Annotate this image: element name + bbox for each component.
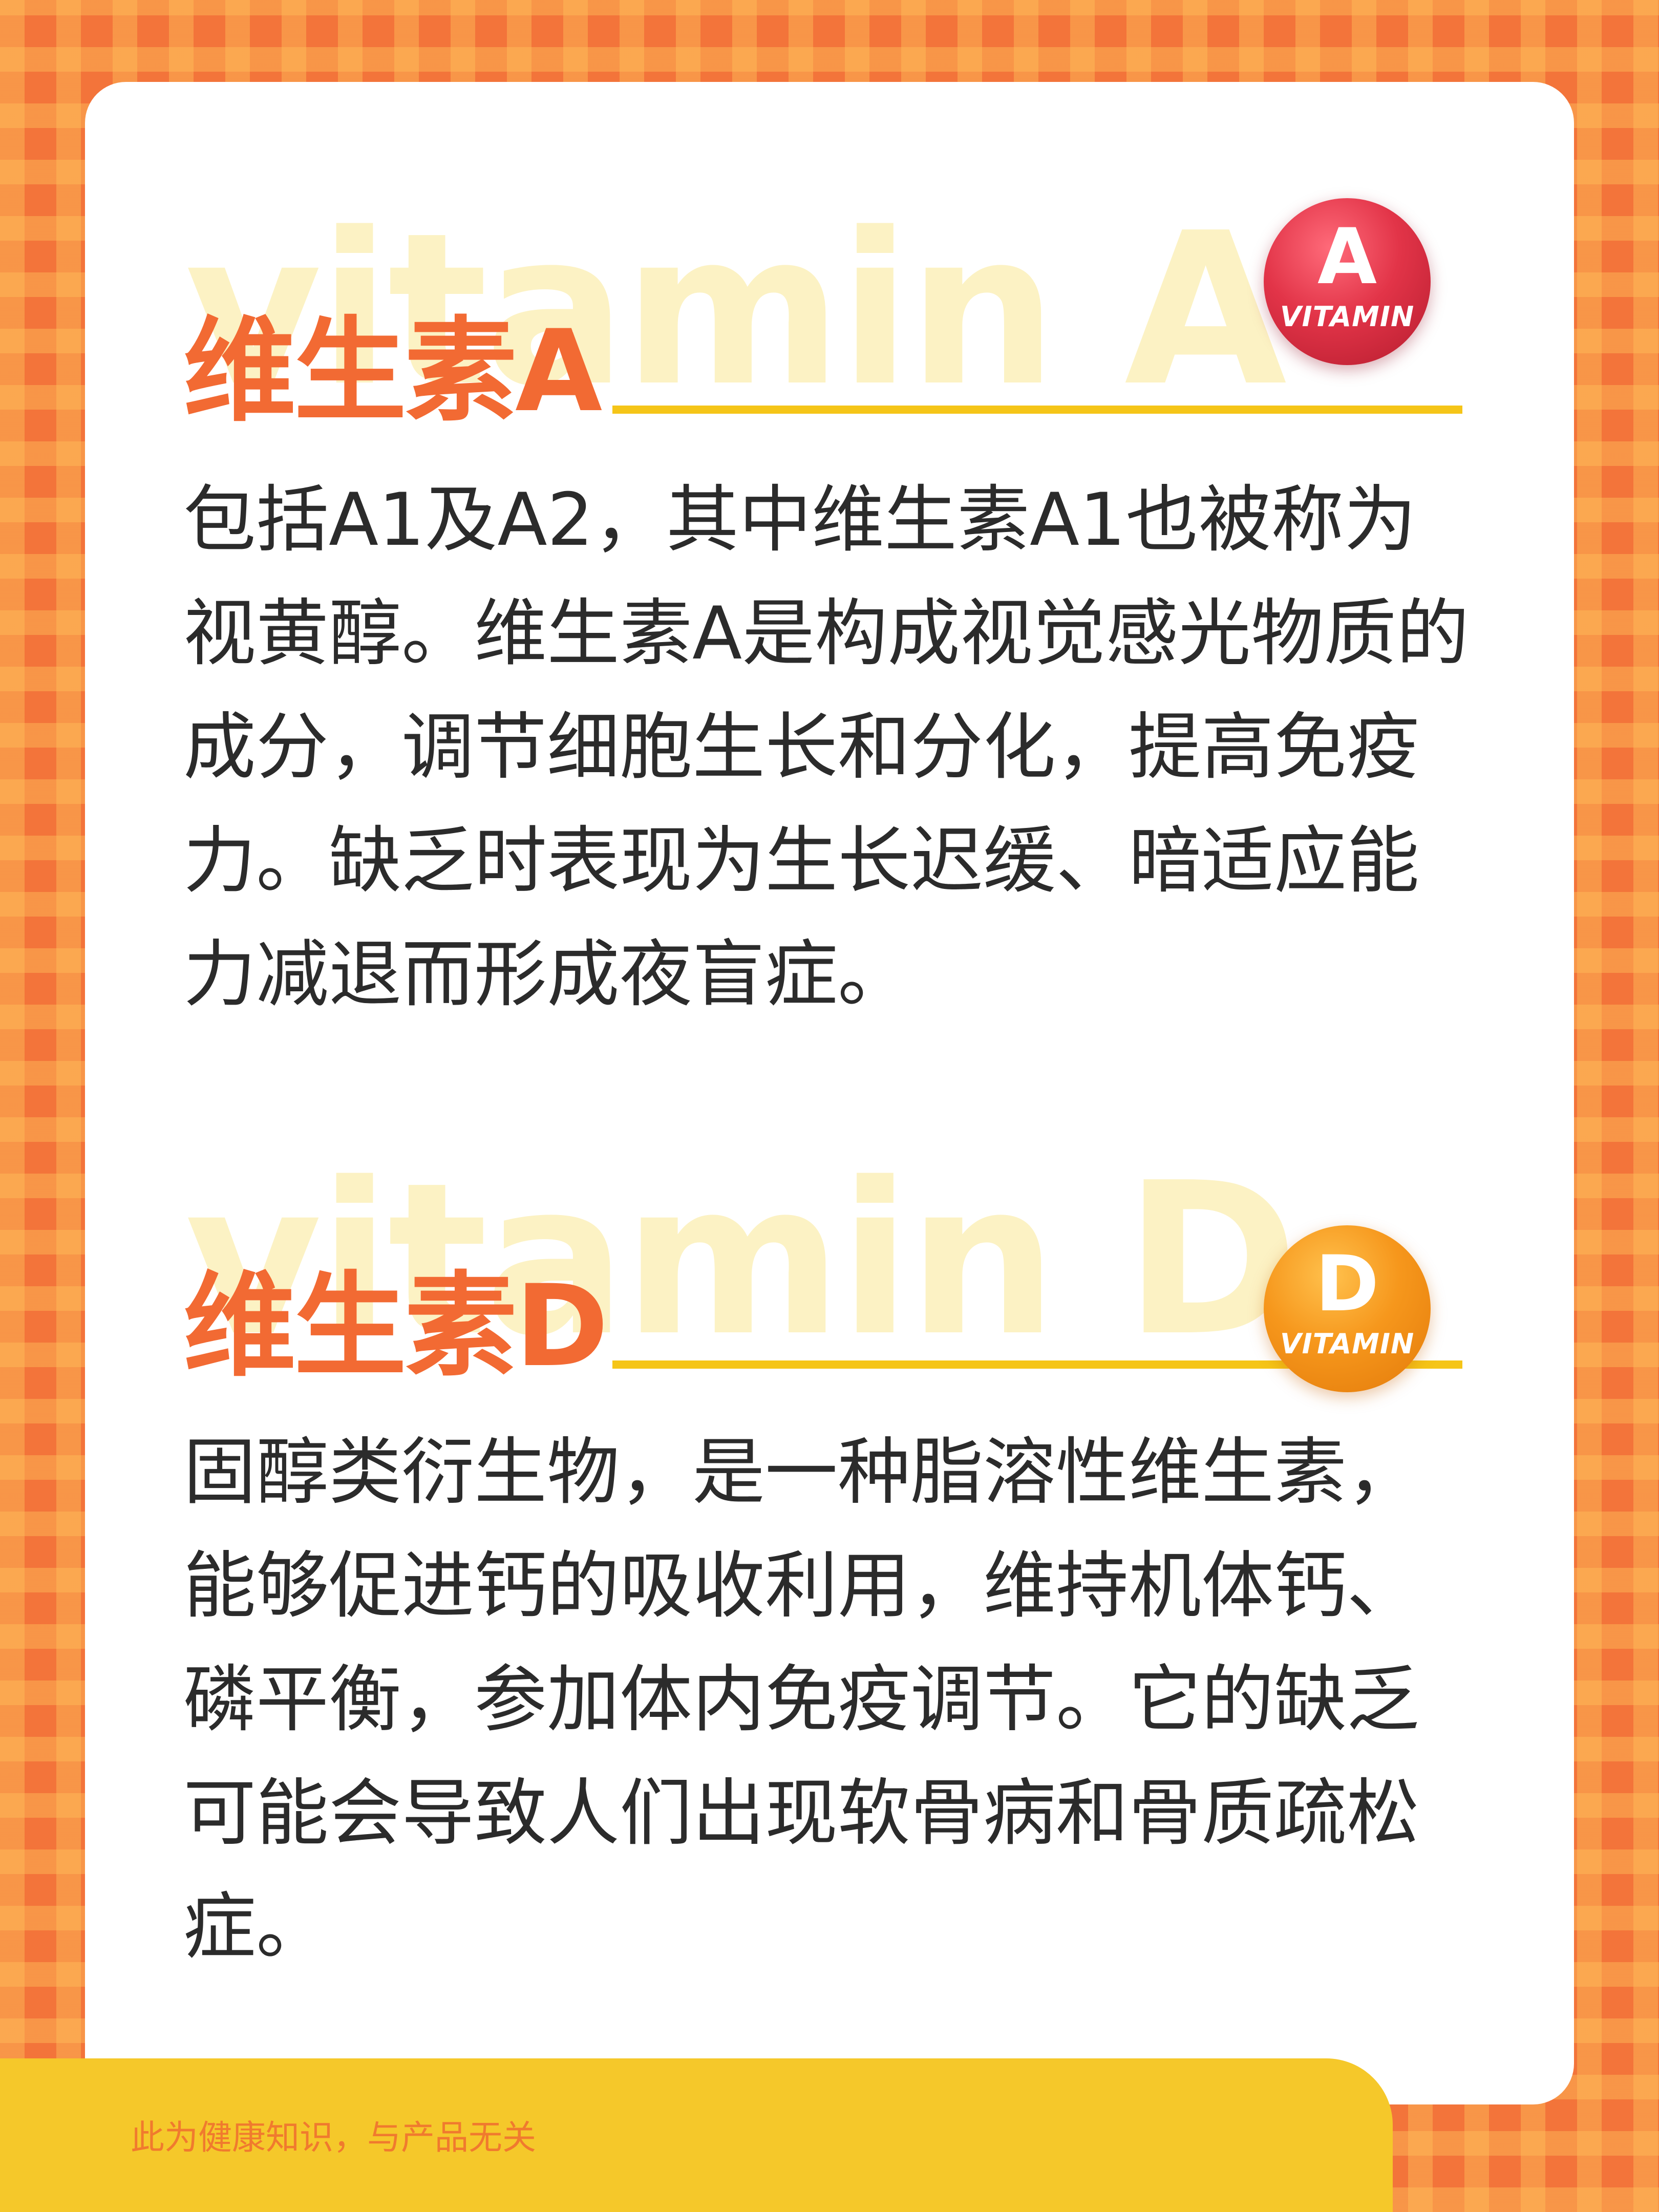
badge-letter-a: A [1317, 212, 1377, 302]
vitamin-a-badge-icon: A VITAMIN [1264, 198, 1431, 365]
vitamin-d-badge-icon: D VITAMIN [1264, 1225, 1431, 1392]
footer-disclaimer: 此为健康知识，与产品无关 [131, 2118, 536, 2157]
body-text-vitamin-d: 固醇类衍生物，是一种脂溶性维生素，能够促进钙的吸收利用，维持机体钙、磷平衡，参加… [183, 1430, 1419, 1969]
badge-word-a: VITAMIN [1280, 301, 1415, 333]
heading-underline-a [612, 406, 1462, 414]
badge-word-d: VITAMIN [1280, 1328, 1415, 1360]
content-card: vitamin A 维生素A A VITAMIN 包括A1及A2，其中维生素A1… [85, 82, 1574, 2104]
body-text-vitamin-a: 包括A1及A2，其中维生素A1也被称为视黄醇。维生素A是构成视觉感光物质的成分，… [183, 478, 1470, 1017]
heading-vitamin-a: 维生素A [183, 306, 602, 437]
badge-letter-d: D [1315, 1240, 1379, 1329]
heading-vitamin-d: 维生素D [183, 1261, 609, 1392]
